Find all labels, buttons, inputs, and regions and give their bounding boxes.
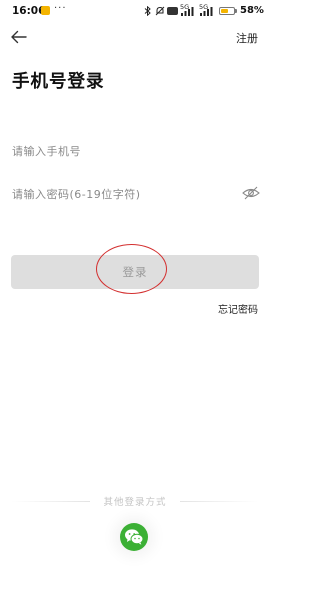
app-notification-icon: [41, 6, 50, 15]
divider-line-right: [180, 501, 258, 502]
battery-tip: [235, 9, 237, 13]
signal-icon: [181, 7, 194, 16]
phone-placeholder: 请输入手机号: [12, 145, 81, 158]
forgot-password-link[interactable]: 忘记密码: [218, 301, 258, 316]
mute-icon: [155, 6, 165, 16]
eye-hidden-icon[interactable]: [242, 185, 260, 201]
register-link[interactable]: 注册: [236, 30, 258, 46]
page-title: 手机号登录: [12, 72, 105, 92]
password-placeholder: 请输入密码(6-19位字符): [12, 188, 141, 201]
battery-icon: [219, 7, 235, 15]
status-bar: 16:06 ··· 5G 5G 58%: [0, 0, 270, 24]
bluetooth-icon: [144, 6, 151, 16]
arrow-left-icon[interactable]: [10, 29, 28, 45]
signal-icon-2: [200, 7, 213, 16]
battery-level-fill: [221, 9, 228, 13]
hd-icon: [167, 7, 178, 15]
password-input[interactable]: 请输入密码(6-19位字符): [12, 183, 260, 207]
annotation-circle: [96, 244, 167, 294]
more-notifications-icon: ···: [54, 3, 67, 14]
wechat-icon: [125, 529, 144, 545]
phone-input[interactable]: 请输入手机号: [12, 140, 260, 164]
wechat-login-button[interactable]: [120, 523, 148, 551]
other-login-divider: 其他登录方式: [0, 494, 270, 508]
battery-percent: 58%: [240, 5, 264, 16]
